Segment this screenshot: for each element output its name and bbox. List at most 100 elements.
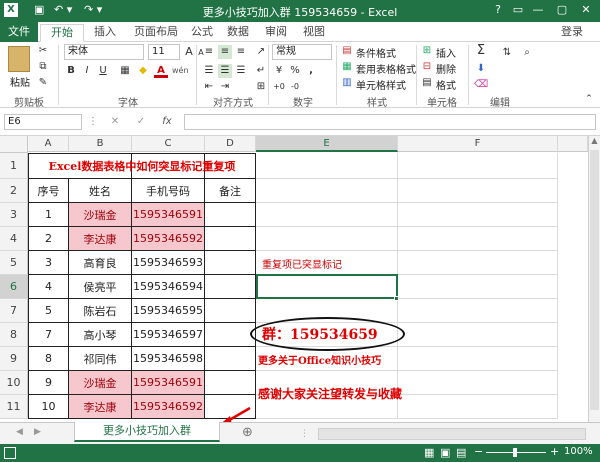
table-cell-note[interactable] [205,371,256,395]
format-cells-button[interactable]: 格式 [436,77,456,92]
confirm-entry-icon[interactable]: ✓ [134,115,148,129]
table-cell-no[interactable]: 1 [28,203,69,227]
tab-formulas[interactable]: 公式 [186,24,218,42]
delete-cells-icon[interactable]: ⊟ [420,60,434,74]
table-cell-no[interactable]: 8 [28,347,69,371]
minimize-button[interactable]: — [528,1,548,19]
fill-icon[interactable]: ⬇ [474,62,488,76]
cell[interactable] [398,323,558,347]
font-size-select[interactable]: 11 [148,44,180,60]
tab-insert[interactable]: 插入 [88,24,122,42]
name-box[interactable]: E6 [4,114,82,130]
scrollbar-thumb[interactable] [590,150,599,410]
cell[interactable] [256,153,398,179]
column-header-g[interactable] [558,136,588,152]
row-header[interactable]: 2 [0,179,28,203]
table-cell-name[interactable]: 沙瑞金 [69,371,132,395]
font-color-icon[interactable]: A [154,64,168,78]
row-header[interactable]: 10 [0,371,28,395]
ribbon-display-icon[interactable]: ▭ [508,1,528,19]
cell[interactable] [398,251,558,275]
table-cell-name[interactable]: 高小琴 [69,323,132,347]
increase-indent-icon[interactable]: ⇥ [218,80,232,94]
cell-styles-icon[interactable]: ▥ [340,76,354,90]
selected-cell-e6[interactable] [256,274,398,299]
orientation-icon[interactable]: ↗ [254,45,268,59]
cancel-entry-icon[interactable]: ✕ [108,115,122,129]
format-as-table-icon[interactable]: ▦ [340,60,354,74]
cut-icon[interactable]: ✂ [36,44,50,58]
table-cell-phone[interactable]: 1595346594 [132,275,205,299]
scroll-up-icon[interactable]: ▲ [589,136,600,148]
table-cell-no[interactable]: 10 [28,395,69,419]
table-cell-name[interactable]: 高育良 [69,251,132,275]
table-cell-name[interactable]: 李达康 [69,395,132,419]
row-header[interactable]: 1 [0,153,28,179]
table-header-cell[interactable]: 序号 [28,179,69,203]
borders-icon[interactable]: ▦ [118,64,132,78]
table-header-cell[interactable]: 备注 [205,179,256,203]
tab-page-layout[interactable]: 页面布局 [126,24,186,42]
cell[interactable] [398,179,558,203]
prev-sheet-icon[interactable]: ◀ [16,427,23,437]
table-title[interactable]: Excel数据表格中如何突显标记重复项 [28,153,256,179]
cell[interactable] [256,179,398,203]
font-name-select[interactable]: 宋体 [64,44,144,60]
comma-icon[interactable]: , [304,64,318,78]
row-header[interactable]: 8 [0,323,28,347]
normal-view-icon[interactable]: ▦ [424,446,434,459]
wrap-text-icon[interactable]: ↵ [254,64,268,78]
collapse-ribbon-icon[interactable]: ⌃ [582,92,596,106]
table-cell-name[interactable]: 沙瑞金 [69,203,132,227]
row-header[interactable]: 3 [0,203,28,227]
format-cells-icon[interactable]: ▤ [420,76,434,90]
row-header[interactable]: 9 [0,347,28,371]
column-header-a[interactable]: A [28,136,69,152]
tab-view[interactable]: 视图 [298,24,330,42]
align-center-icon[interactable]: ☰ [218,64,232,78]
table-cell-no[interactable]: 2 [28,227,69,251]
vertical-scrollbar[interactable]: ▲ [588,136,600,422]
maximize-button[interactable]: ▢ [552,1,572,19]
tab-home[interactable]: 开始 [40,24,84,42]
table-cell-phone[interactable]: 1595346592 [132,227,205,251]
next-sheet-icon[interactable]: ▶ [34,427,41,437]
tab-data[interactable]: 数据 [222,24,254,42]
find-select-icon[interactable]: ⌕ [520,46,534,60]
format-painter-icon[interactable]: ✎ [36,76,50,90]
row-header[interactable]: 4 [0,227,28,251]
zoom-out-button[interactable]: − [474,445,483,458]
tab-review[interactable]: 审阅 [260,24,292,42]
table-cell-phone[interactable]: 1595346593 [132,251,205,275]
column-header-d[interactable]: D [205,136,256,152]
cell[interactable] [398,227,558,251]
format-as-table-button[interactable]: 套用表格格式 [356,61,416,76]
table-cell-no[interactable]: 3 [28,251,69,275]
sheet-tab-active[interactable]: 更多小技巧加入群159534659 [74,422,220,455]
table-cell-phone[interactable]: 1595346597 [132,323,205,347]
horizontal-scrollbar[interactable] [318,428,586,440]
zoom-level[interactable]: 100% [564,446,593,457]
cell[interactable] [398,275,558,299]
column-header-c[interactable]: C [132,136,205,152]
row-header[interactable]: 6 [0,275,28,299]
table-cell-note[interactable] [205,347,256,371]
currency-icon[interactable]: ¥ [272,64,286,78]
cell[interactable] [398,153,558,179]
conditional-format-icon[interactable]: ▤ [340,44,354,58]
table-cell-phone[interactable]: 1595346592 [132,395,205,419]
table-cell-phone[interactable]: 1595346595 [132,299,205,323]
signin-link[interactable]: 登录 [556,24,588,42]
column-header-b[interactable]: B [69,136,132,152]
conditional-format-button[interactable]: 条件格式 [356,45,396,60]
formula-input[interactable] [184,114,596,130]
close-button[interactable]: ✕ [576,1,596,19]
delete-cells-button[interactable]: 删除 [436,61,456,76]
table-cell-note[interactable] [205,299,256,323]
table-cell-note[interactable] [205,323,256,347]
sort-filter-icon[interactable]: ⇅ [500,46,514,60]
insert-cells-icon[interactable]: ⊞ [420,44,434,58]
align-left-icon[interactable]: ☰ [202,64,216,78]
row-header[interactable]: 11 [0,395,28,419]
increase-decimal-icon[interactable]: +0 [272,80,286,94]
